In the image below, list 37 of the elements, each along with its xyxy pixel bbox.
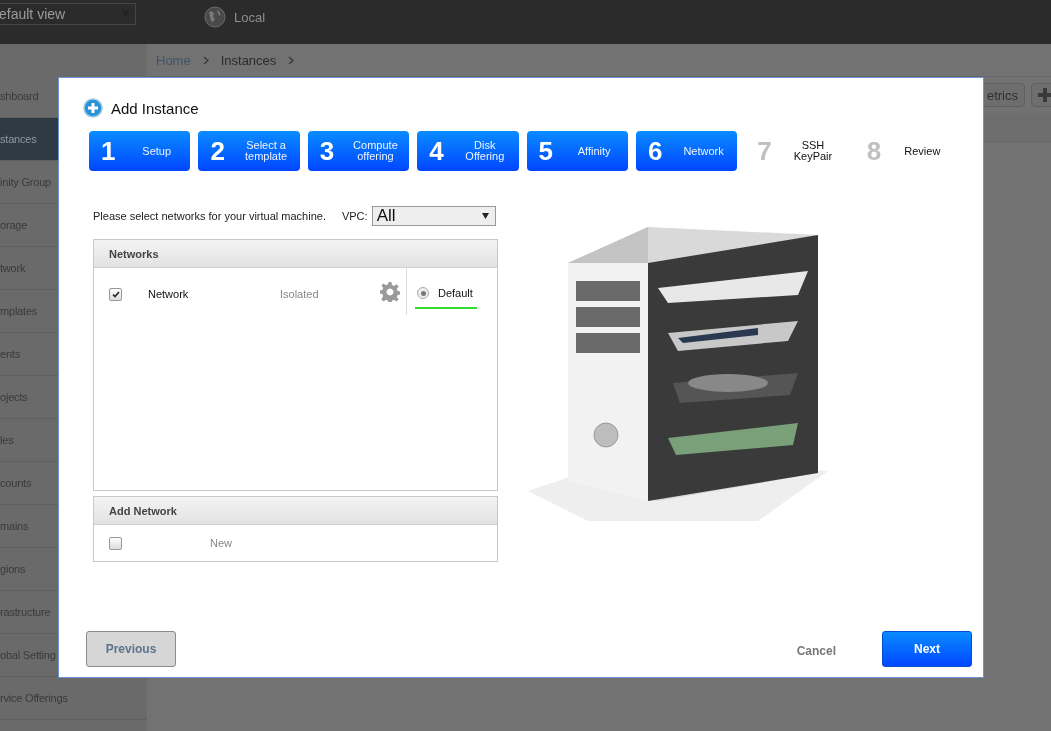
cancel-button[interactable]: Cancel [790, 643, 842, 659]
instruction-text: Please select networks for your virtual machine. [93, 210, 326, 222]
wizard-step[interactable]: 3 Compute offering [307, 131, 410, 171]
globe-icon [204, 6, 226, 28]
underline-mark [415, 307, 477, 309]
add-button[interactable] [1031, 83, 1051, 107]
zone-label: Local [234, 9, 266, 25]
dialog-title: Add Instance [111, 99, 199, 117]
vpc-label: VPC: [341, 210, 368, 222]
default-label: Default [438, 287, 473, 299]
check-icon [111, 291, 120, 298]
wizard-step[interactable]: 8 Review [854, 131, 956, 171]
new-label: New [210, 537, 232, 549]
caret-icon [481, 213, 489, 219]
checkbox[interactable] [109, 288, 122, 301]
network-name: Network [148, 288, 190, 302]
wizard-step[interactable]: 4 Disk Offering [417, 131, 519, 171]
panel-header: Networks [94, 240, 497, 268]
plus-icon [1038, 88, 1051, 102]
wizard-step[interactable]: 7 SSH KeyPair [745, 131, 847, 171]
wizard-step[interactable]: 5 Affinity [526, 131, 628, 171]
chevron-icon [288, 55, 295, 65]
wizard-step[interactable]: 6 Network [635, 131, 738, 171]
radio-button[interactable] [417, 287, 429, 299]
view-select[interactable]: efault view [0, 3, 136, 25]
add-icon [83, 98, 103, 118]
panel-header: Add Network [94, 497, 497, 525]
chevron-icon [202, 55, 209, 65]
vpc-select[interactable]: All [371, 206, 496, 226]
previous-button[interactable]: Previous [86, 631, 176, 667]
breadcrumb-link[interactable]: Instances [220, 52, 277, 68]
wizard-step[interactable]: 2 Select a template [198, 131, 300, 171]
next-button[interactable]: Next [882, 631, 972, 667]
checkbox[interactable] [109, 536, 122, 550]
wizard-step[interactable]: 1 Setup [89, 131, 191, 171]
network-type: Isolated [280, 288, 320, 302]
gear-icon[interactable] [380, 282, 400, 302]
